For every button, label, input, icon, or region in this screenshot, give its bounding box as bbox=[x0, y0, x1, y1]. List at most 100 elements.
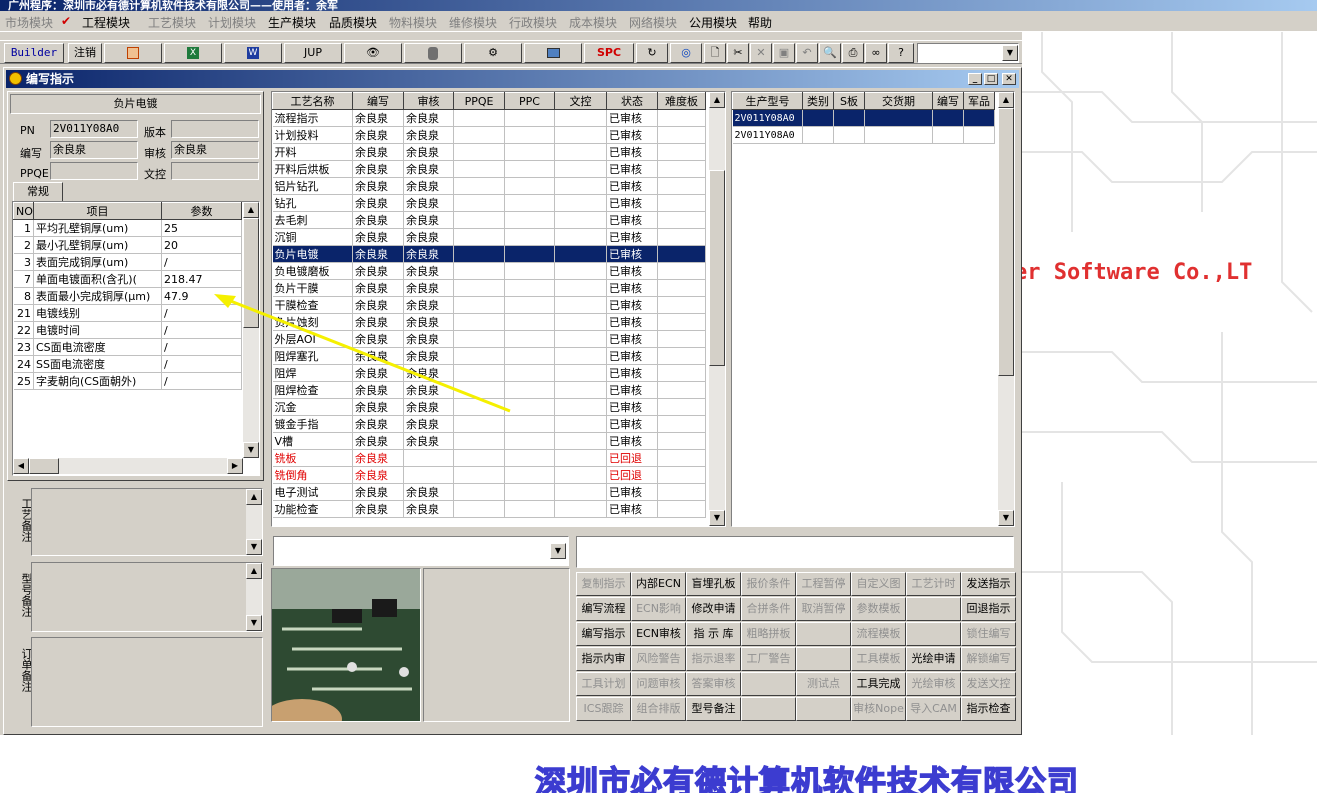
menu-plan[interactable]: 计划模块 bbox=[208, 14, 256, 31]
param-no[interactable]: 2 bbox=[13, 236, 34, 254]
review-field[interactable]: 余良泉 bbox=[171, 141, 259, 159]
process-wenkong[interactable] bbox=[554, 398, 607, 416]
process-name[interactable]: 铣倒角 bbox=[272, 466, 353, 484]
action-button[interactable]: 导入CAM bbox=[906, 697, 961, 721]
scroll-down-icon[interactable]: ▼ bbox=[998, 510, 1014, 526]
process-name[interactable]: 负片干膜 bbox=[272, 279, 353, 297]
menu-public[interactable]: 公用模块 bbox=[689, 14, 737, 31]
col-military[interactable]: 军品 bbox=[963, 92, 995, 110]
action-button[interactable]: 取消暂停 bbox=[796, 597, 851, 621]
process-reviewer[interactable]: 余良泉 bbox=[403, 279, 454, 297]
process-ppc[interactable] bbox=[504, 109, 555, 127]
process-name[interactable]: 沉铜 bbox=[272, 228, 353, 246]
process-status[interactable]: 已审核 bbox=[606, 432, 658, 450]
process-row[interactable]: V槽 余良泉 余良泉 已审核 bbox=[272, 432, 706, 450]
process-ppc[interactable] bbox=[504, 364, 555, 382]
process-row[interactable]: 计划投料 余良泉 余良泉 已审核 bbox=[272, 126, 706, 144]
process-writer[interactable]: 余良泉 bbox=[352, 381, 404, 399]
process-name[interactable]: 开料后烘板 bbox=[272, 160, 353, 178]
process-ppc[interactable] bbox=[504, 330, 555, 348]
process-ppqe[interactable] bbox=[453, 262, 505, 280]
action-button[interactable]: 问题审核 bbox=[631, 672, 686, 696]
pn-field[interactable]: 2V011Y08A0 bbox=[50, 120, 138, 138]
process-status[interactable]: 已回退 bbox=[606, 466, 658, 484]
process-status[interactable]: 已审核 bbox=[606, 262, 658, 280]
param-value[interactable]: / bbox=[161, 372, 242, 390]
process-ppqe[interactable] bbox=[453, 381, 505, 399]
action-button[interactable]: 编写指示 bbox=[576, 622, 631, 646]
process-ppqe[interactable] bbox=[453, 432, 505, 450]
scroll-down-icon[interactable]: ▼ bbox=[246, 539, 262, 555]
process-status[interactable]: 已审核 bbox=[606, 398, 658, 416]
menu-engineering[interactable]: 工程模块 bbox=[82, 14, 130, 31]
process-name[interactable]: 计划投料 bbox=[272, 126, 353, 144]
process-ppqe[interactable] bbox=[453, 211, 505, 229]
process-status[interactable]: 已审核 bbox=[606, 177, 658, 195]
param-no[interactable]: 3 bbox=[13, 253, 34, 271]
process-reviewer[interactable]: 余良泉 bbox=[403, 500, 454, 518]
action-button[interactable] bbox=[906, 597, 961, 621]
process-ppc[interactable] bbox=[504, 194, 555, 212]
process-reviewer[interactable]: 余良泉 bbox=[403, 160, 454, 178]
action-button[interactable]: 指示检查 bbox=[961, 697, 1016, 721]
process-row[interactable]: 开料 余良泉 余良泉 已审核 bbox=[272, 143, 706, 161]
model-row[interactable]: 2V011Y08A0 bbox=[732, 109, 995, 127]
process-ppc[interactable] bbox=[504, 177, 555, 195]
params-hscroll[interactable]: ◀ ▶ bbox=[13, 458, 243, 474]
process-status[interactable]: 已审核 bbox=[606, 211, 658, 229]
new-file-icon[interactable]: 🗋 bbox=[704, 43, 726, 63]
process-ppc[interactable] bbox=[504, 347, 555, 365]
process-difficulty[interactable] bbox=[657, 160, 706, 178]
process-row[interactable]: 负片蚀刻 余良泉 余良泉 已审核 bbox=[272, 313, 706, 331]
scroll-up-icon[interactable]: ▲ bbox=[246, 563, 262, 579]
process-ppc[interactable] bbox=[504, 296, 555, 314]
action-button[interactable] bbox=[796, 622, 851, 646]
process-writer[interactable]: 余良泉 bbox=[352, 432, 404, 450]
process-name[interactable]: 开料 bbox=[272, 143, 353, 161]
process-reviewer[interactable] bbox=[403, 466, 454, 484]
model-cell[interactable] bbox=[833, 126, 865, 144]
process-name[interactable]: 流程指示 bbox=[272, 109, 353, 127]
spc-button[interactable]: SPC bbox=[584, 43, 634, 63]
process-wenkong[interactable] bbox=[554, 177, 607, 195]
param-value[interactable]: 20 bbox=[161, 236, 242, 254]
process-name[interactable]: V槽 bbox=[272, 432, 353, 450]
param-row[interactable]: 2 最小孔壁铜厚(um) 20 bbox=[13, 236, 242, 254]
save-icon[interactable]: ▣ bbox=[773, 43, 795, 63]
process-ppqe[interactable] bbox=[453, 160, 505, 178]
scroll-up-icon[interactable]: ▲ bbox=[998, 92, 1014, 108]
process-reviewer[interactable]: 余良泉 bbox=[403, 262, 454, 280]
process-ppqe[interactable] bbox=[453, 279, 505, 297]
process-row[interactable]: 负片电镀 余良泉 余良泉 已审核 bbox=[272, 245, 706, 263]
param-item[interactable]: 电镀线别 bbox=[33, 304, 162, 322]
eye-icon[interactable]: 👁 bbox=[344, 43, 402, 63]
param-no[interactable]: 23 bbox=[13, 338, 34, 356]
process-ppqe[interactable] bbox=[453, 415, 505, 433]
action-button[interactable]: ECN审核 bbox=[631, 622, 686, 646]
process-row[interactable]: 阻焊 余良泉 余良泉 已审核 bbox=[272, 364, 706, 382]
param-value[interactable]: 25 bbox=[161, 219, 242, 237]
action-button[interactable]: 工具完成 bbox=[851, 672, 906, 696]
process-row[interactable]: 去毛刺 余良泉 余良泉 已审核 bbox=[272, 211, 706, 229]
menu-cost[interactable]: 成本模块 bbox=[569, 14, 617, 31]
action-button[interactable]: 型号备注 bbox=[686, 697, 741, 721]
process-name[interactable]: 负电镀磨板 bbox=[272, 262, 353, 280]
col-status[interactable]: 状态 bbox=[606, 92, 658, 110]
process-ppqe[interactable] bbox=[453, 364, 505, 382]
close-button[interactable]: ✕ bbox=[1002, 73, 1016, 85]
process-wenkong[interactable] bbox=[554, 313, 607, 331]
menu-production[interactable]: 生产模块 bbox=[268, 14, 316, 31]
process-wenkong[interactable] bbox=[554, 381, 607, 399]
process-wenkong[interactable] bbox=[554, 364, 607, 382]
action-button[interactable]: 粗略拼板 bbox=[741, 622, 796, 646]
action-button[interactable]: 盲埋孔板 bbox=[686, 572, 741, 596]
model-cell[interactable] bbox=[932, 109, 964, 127]
process-wenkong[interactable] bbox=[554, 245, 607, 263]
process-ppc[interactable] bbox=[504, 415, 555, 433]
param-no[interactable]: 7 bbox=[13, 270, 34, 288]
process-difficulty[interactable] bbox=[657, 126, 706, 144]
action-button[interactable]: 工具模板 bbox=[851, 647, 906, 671]
process-row[interactable]: 负片干膜 余良泉 余良泉 已审核 bbox=[272, 279, 706, 297]
print-icon[interactable]: ⎙ bbox=[842, 43, 864, 63]
process-name[interactable]: 干膜检查 bbox=[272, 296, 353, 314]
